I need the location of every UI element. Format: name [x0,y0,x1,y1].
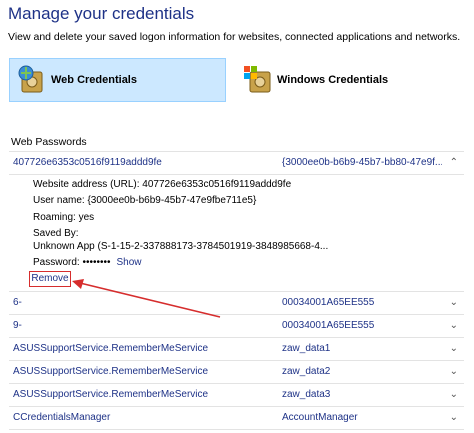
credential-name: ASUSSupportService.RememberMeService [13,389,209,400]
web-credentials-vault-icon [18,65,43,93]
page-title: Manage your credentials [8,4,195,23]
chevron-down-icon[interactable]: ⌄ [450,320,458,331]
credential-name: 407726e6353c0516f9119addd9fe [13,157,162,168]
password-row: Password: •••••••• Show [33,257,142,268]
chevron-down-icon[interactable]: ⌄ [450,389,458,400]
credential-name: 6- [13,297,22,308]
credential-name: CCredentialsManager [13,412,111,423]
list-item[interactable]: 407726e6353c0516f9119addd9fe {3000ee0b-b… [9,152,464,175]
tab-windows-credentials[interactable]: Windows Credentials [236,58,461,102]
saved-by-value: Unknown App (S-1-15-2-337888173-37845019… [33,241,329,252]
tab-windows-credentials-label: Windows Credentials [277,74,389,86]
chevron-up-icon[interactable]: ⌃ [450,157,458,168]
credential-name: 9- [13,320,22,331]
list-item[interactable]: CCredentialsManager AccountManager ⌄ [9,407,464,430]
credential-user: {3000ee0b-b6b9-45b7-bb80-47e9f... [282,157,442,168]
windows-credentials-vault-icon [244,66,271,93]
credential-name: ASUSSupportService.RememberMeService [13,366,209,377]
credential-user: zaw_data2 [282,366,331,377]
credential-user: 00034001A65EE555 [282,320,375,331]
list-item[interactable]: ASUSSupportService.RememberMeService zaw… [9,384,464,407]
tab-web-credentials-label: Web Credentials [51,74,137,86]
list-item[interactable]: ASUSSupportService.RememberMeService zaw… [9,361,464,384]
list-item[interactable]: ASUSSupportService.RememberMeService zaw… [9,338,464,361]
user-name: User name: {3000ee0b-b6b9-45b7-47e9fbe71… [33,195,257,206]
password-label: Password: •••••••• [33,257,111,268]
credentials-list: 407726e6353c0516f9119addd9fe {3000ee0b-b… [9,151,464,430]
tab-web-credentials[interactable]: Web Credentials [9,58,226,102]
credential-user: zaw_data3 [282,389,331,400]
saved-by-label: Saved By: [33,228,79,239]
remove-button[interactable]: Remove [29,271,71,287]
credential-user: zaw_data1 [282,343,331,354]
section-title: Web Passwords [11,136,87,148]
show-password-link[interactable]: Show [116,257,141,268]
credential-name: ASUSSupportService.RememberMeService [13,343,209,354]
roaming: Roaming: yes [33,212,95,223]
chevron-down-icon[interactable]: ⌄ [450,343,458,354]
list-item[interactable]: 6- 00034001A65EE555 ⌄ [9,292,464,315]
chevron-down-icon[interactable]: ⌄ [450,297,458,308]
chevron-down-icon[interactable]: ⌄ [450,412,458,423]
credential-details: Website address (URL): 407726e6353c0516f… [9,175,464,292]
credential-user: 00034001A65EE555 [282,297,375,308]
chevron-down-icon[interactable]: ⌄ [450,366,458,377]
website-address: Website address (URL): 407726e6353c0516f… [33,179,292,190]
page-subtitle: View and delete your saved logon informa… [8,31,461,43]
credential-user: AccountManager [282,412,358,423]
list-item[interactable]: 9- 00034001A65EE555 ⌄ [9,315,464,338]
